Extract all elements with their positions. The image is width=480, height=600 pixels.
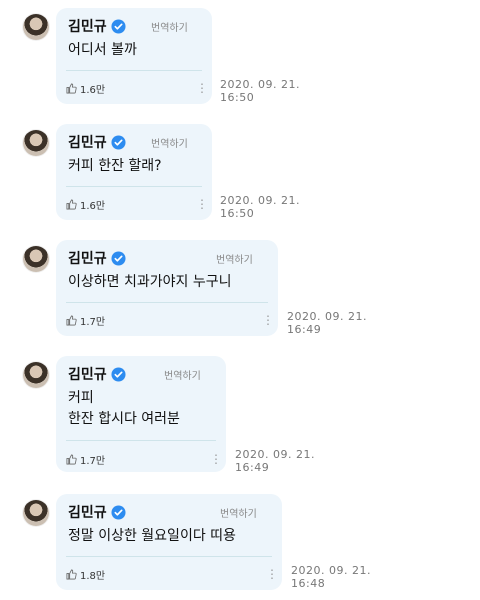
message-text: 어디서 볼까 [68,42,137,58]
verified-badge-icon [111,366,126,382]
like-button[interactable]: 1.6만 [66,81,105,96]
like-count: 1.6만 [80,201,106,212]
avatar[interactable] [23,130,49,156]
like-button[interactable]: 1.7만 [66,452,105,467]
translate-button[interactable]: 번역하기 [164,367,201,382]
like-button[interactable]: 1.7만 [66,313,105,328]
timestamp: 2020. 09. 21. 16:50 [220,194,300,220]
like-button[interactable]: 1.8만 [66,567,105,582]
more-vertical-icon[interactable]: ⋮ [262,314,274,326]
like-count: 1.7만 [80,317,106,328]
avatar[interactable] [23,500,49,526]
more-vertical-icon[interactable]: ⋮ [196,198,208,210]
thumbs-up-icon [66,315,77,326]
timestamp: 2020. 09. 21. 16:49 [235,448,315,474]
divider [66,556,272,557]
avatar[interactable] [23,246,49,272]
like-count: 1.6만 [80,85,106,96]
avatar[interactable] [23,14,49,40]
divider [66,302,268,303]
like-count: 1.8만 [80,571,106,582]
author-name: 김민규 [68,251,107,267]
thumbs-up-icon [66,199,77,210]
author-name: 김민규 [68,505,107,521]
verified-badge-icon [111,504,126,520]
thumbs-up-icon [66,83,77,94]
verified-badge-icon [111,134,126,150]
translate-button[interactable]: 번역하기 [151,135,188,150]
message-text: 커피 한잔 할래? [68,158,162,174]
verified-badge-icon [111,18,126,34]
message-bubble: 김민규 번역하기 커피 한잔 합시다 여러분 1.7만 ⋮ [56,356,226,472]
translate-button[interactable]: 번역하기 [151,19,188,34]
timestamp: 2020. 09. 21. 16:48 [291,564,371,590]
author-name: 김민규 [68,19,107,35]
message-bubble: 김민규 번역하기 이상하면 치과가야지 누구니 1.7만 ⋮ [56,240,278,336]
translate-button[interactable]: 번역하기 [216,251,253,266]
message-text: 커피 한잔 합시다 여러분 [68,390,180,427]
more-vertical-icon[interactable]: ⋮ [266,568,278,580]
like-button[interactable]: 1.6만 [66,197,105,212]
author-name: 김민규 [68,367,107,383]
divider [66,440,216,441]
timestamp: 2020. 09. 21. 16:50 [220,78,300,104]
translate-button[interactable]: 번역하기 [220,505,257,520]
more-vertical-icon[interactable]: ⋮ [196,82,208,94]
author-name: 김민규 [68,135,107,151]
avatar[interactable] [23,362,49,388]
timestamp: 2020. 09. 21. 16:49 [287,310,367,336]
message-text: 정말 이상한 월요일이다 띠용 [68,528,236,544]
more-vertical-icon[interactable]: ⋮ [210,453,222,465]
thumbs-up-icon [66,569,77,580]
message-text: 이상하면 치과가야지 누구니 [68,274,232,290]
verified-badge-icon [111,250,126,266]
message-bubble: 김민규 번역하기 정말 이상한 월요일이다 띠용 1.8만 ⋮ [56,494,282,590]
message-bubble: 김민규 번역하기 커피 한잔 할래? 1.6만 ⋮ [56,124,212,220]
message-bubble: 김민규 번역하기 어디서 볼까 1.6만 ⋮ [56,8,212,104]
divider [66,186,202,187]
divider [66,70,202,71]
thumbs-up-icon [66,454,77,465]
like-count: 1.7만 [80,456,106,467]
